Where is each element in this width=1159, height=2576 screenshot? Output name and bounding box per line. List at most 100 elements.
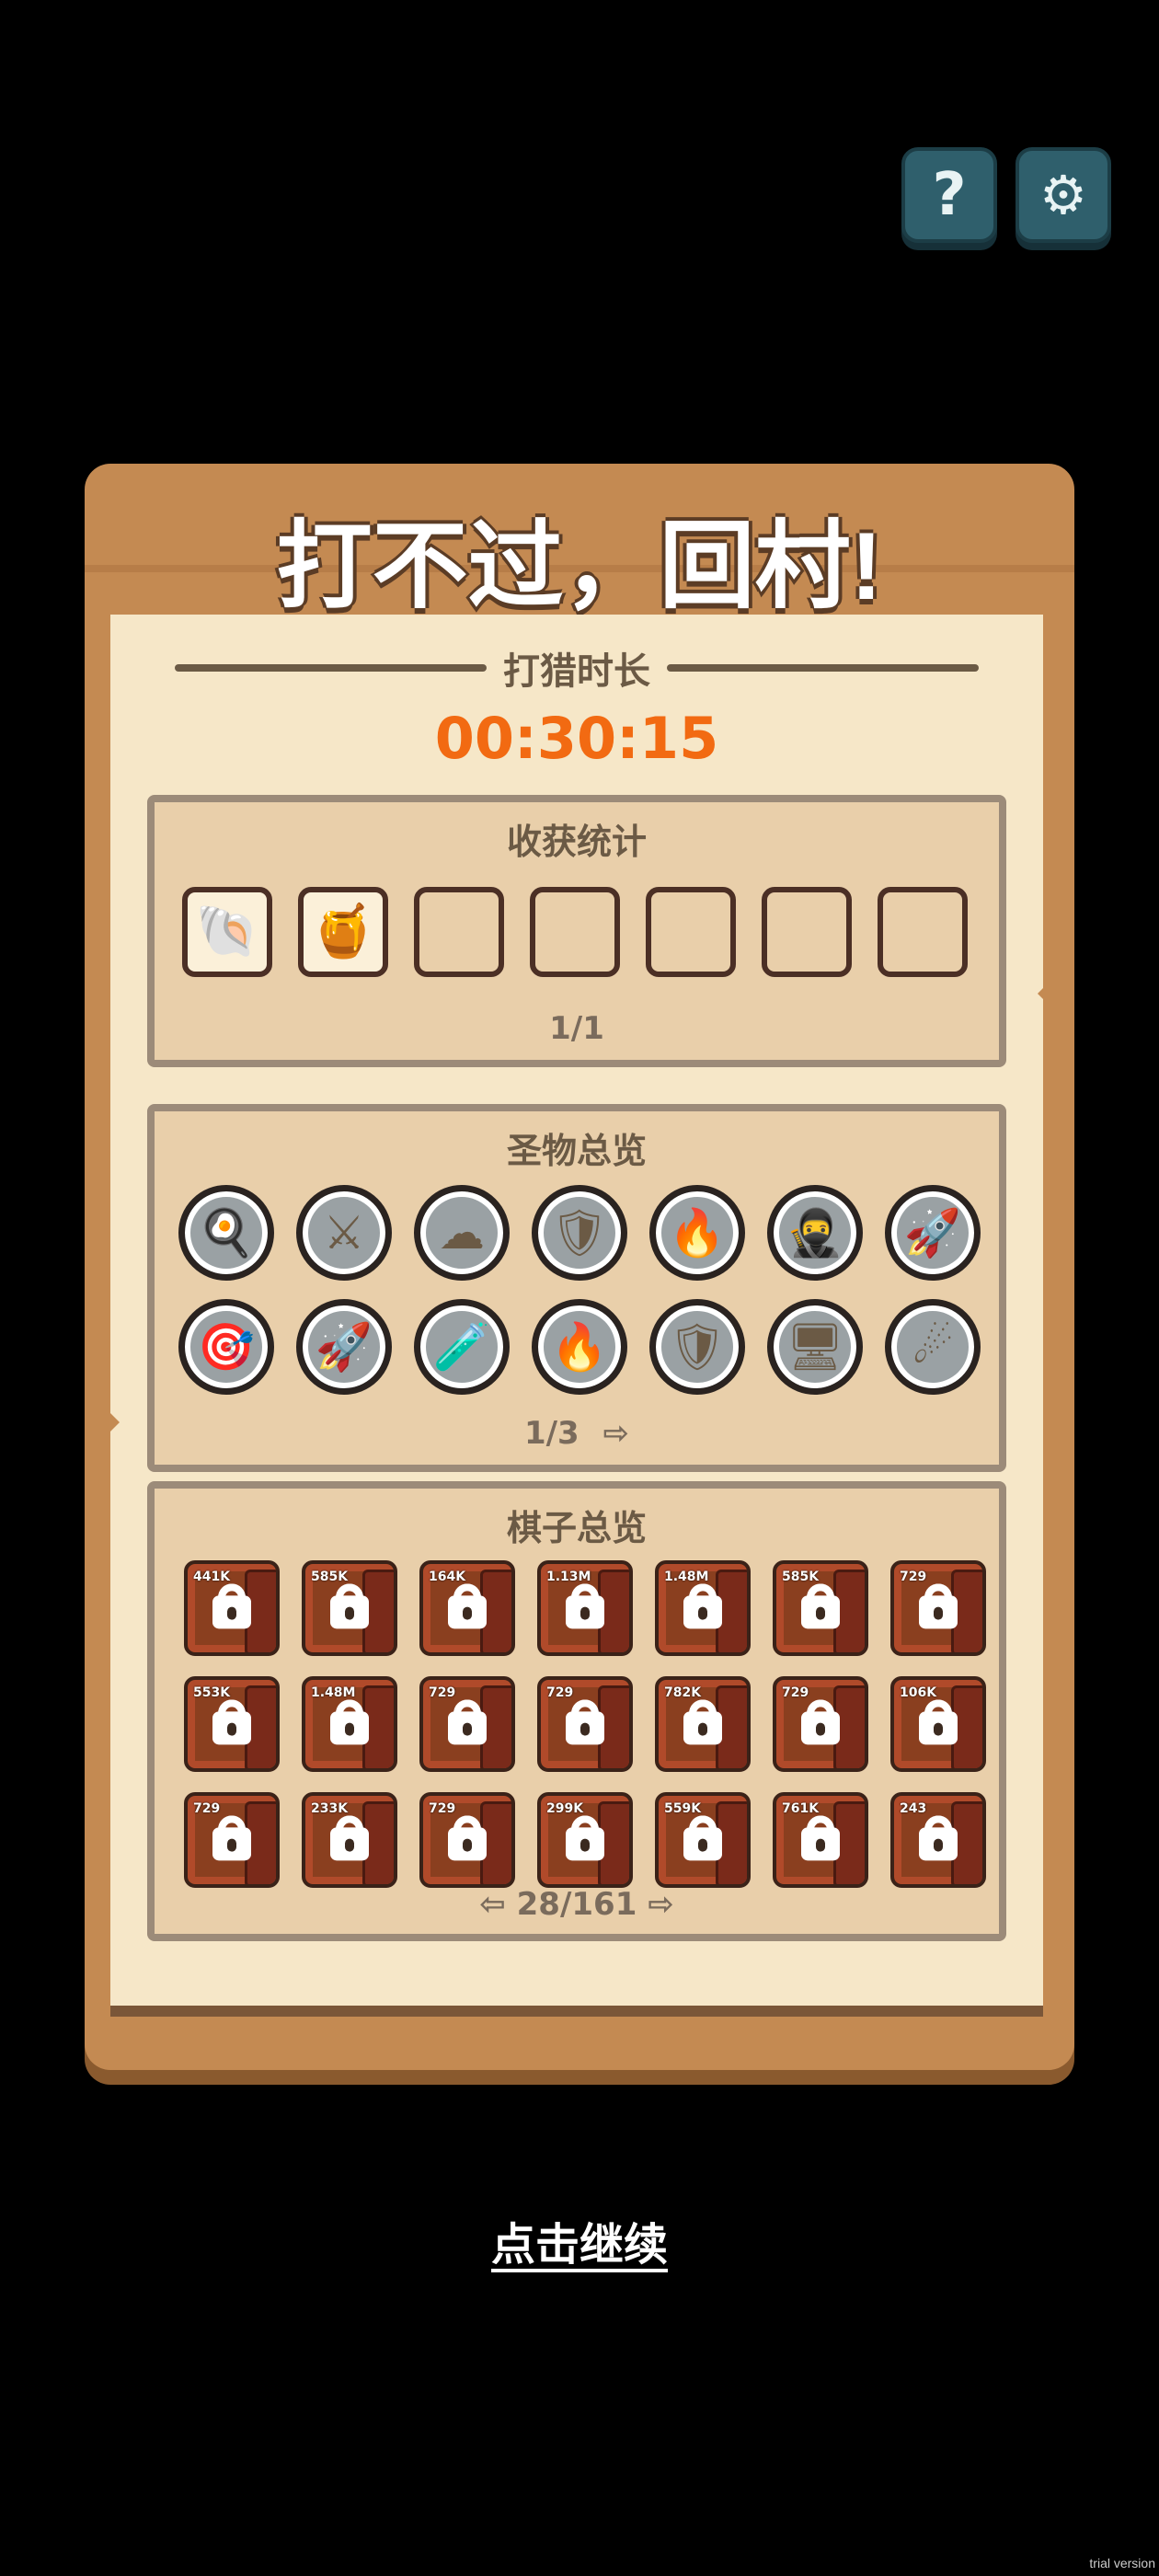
panel-title: 打不过，回村! xyxy=(276,513,883,620)
piece-stat: 553K xyxy=(193,1685,231,1700)
help-button[interactable]: ? xyxy=(901,147,997,243)
relics-page-indicator: 1/3 xyxy=(523,1415,580,1452)
keyhole-icon xyxy=(698,1606,707,1620)
locked-piece-card[interactable]: 729 xyxy=(890,1560,986,1656)
locked-piece-card[interactable]: 782K xyxy=(655,1676,751,1772)
keyhole-icon xyxy=(816,1722,825,1736)
piece-stat: 243 xyxy=(900,1801,927,1816)
pieces-page-indicator: 28/161 xyxy=(516,1886,637,1923)
crossed-swords-icon[interactable]: ⚔ xyxy=(296,1185,392,1281)
locked-piece-card[interactable]: 243 xyxy=(890,1792,986,1888)
keyhole-icon xyxy=(580,1606,590,1620)
locked-piece-card[interactable]: 553K xyxy=(184,1676,280,1772)
keyhole-icon xyxy=(345,1838,354,1852)
watermark: trial version xyxy=(1089,2556,1155,2570)
rocket-sword-icon[interactable]: 🚀 xyxy=(885,1185,981,1281)
piece-stat: 1.13M xyxy=(546,1570,591,1584)
duration-header: 打猎时长 xyxy=(175,640,979,696)
locked-piece-card[interactable]: 585K xyxy=(302,1560,397,1656)
piece-stat: 559K xyxy=(664,1801,702,1816)
locked-piece-card[interactable]: 729 xyxy=(184,1792,280,1888)
pieces-section: 棋子总览 441K 585K 164K 1.13M 1.48M 585K 729 553K 1.… xyxy=(147,1481,1006,1941)
empty-harvest-slot xyxy=(530,887,620,977)
armored-knight-icon[interactable]: 🛡 xyxy=(532,1185,627,1281)
fireball-icon[interactable]: ☄ xyxy=(885,1299,981,1395)
divider-line xyxy=(175,664,487,672)
locked-piece-card[interactable]: 1.13M xyxy=(537,1560,633,1656)
piece-stat: 729 xyxy=(429,1685,456,1700)
locked-piece-card[interactable]: 585K xyxy=(773,1560,868,1656)
machine-icon[interactable]: 🖥 xyxy=(767,1299,863,1395)
crosshair-map-icon[interactable]: 🎯 xyxy=(178,1299,274,1395)
coin-cloud-icon[interactable]: ☁ xyxy=(414,1185,510,1281)
keyhole-icon xyxy=(816,1838,825,1852)
locked-piece-card[interactable]: 233K xyxy=(302,1792,397,1888)
keyhole-icon xyxy=(227,1838,236,1852)
piece-stat: 1.48M xyxy=(664,1570,709,1584)
piece-stat: 782K xyxy=(664,1685,702,1700)
piece-stat: 585K xyxy=(311,1570,349,1584)
result-panel: 打不过，回村! 打猎时长 00:30:15 收获统计 🐚 🍯 1/1 圣物总览 🍳… xyxy=(85,464,1074,2070)
piece-stat: 761K xyxy=(782,1801,820,1816)
piece-stat: 164K xyxy=(429,1570,466,1584)
locked-piece-card[interactable]: 106K xyxy=(890,1676,986,1772)
relics-section: 圣物总览 🍳 ⚔ ☁ 🛡 🔥 🥷 🚀 🎯 🚀 🧪 🔥 🛡 🖥 ☄ 1/3 ⇨ xyxy=(147,1104,1006,1472)
clam-shell-icon: 🐚 xyxy=(195,902,259,961)
locked-piece-card[interactable]: 761K xyxy=(773,1792,868,1888)
keyhole-icon xyxy=(227,1722,236,1736)
locked-piece-card[interactable]: 729 xyxy=(419,1676,515,1772)
gear-icon: ⚙ xyxy=(1039,164,1087,226)
piece-stat: 729 xyxy=(782,1685,809,1700)
relics-pager: 1/3 ⇨ xyxy=(155,1415,999,1452)
piece-stat: 729 xyxy=(429,1801,456,1816)
keyhole-icon xyxy=(934,1606,943,1620)
locked-piece-card[interactable]: 729 xyxy=(419,1792,515,1888)
potion-icon[interactable]: 🧪 xyxy=(414,1299,510,1395)
locked-piece-card[interactable]: 729 xyxy=(537,1676,633,1772)
next-page-arrow-icon[interactable]: ⇨ xyxy=(648,1886,674,1923)
piece-stat: 233K xyxy=(311,1801,349,1816)
keyhole-icon xyxy=(698,1722,707,1736)
piece-stat: 1.48M xyxy=(311,1685,356,1700)
pieces-title: 棋子总览 xyxy=(506,1508,647,1548)
locked-piece-card[interactable]: 1.48M xyxy=(655,1560,751,1656)
keyhole-icon xyxy=(580,1722,590,1736)
piece-grid: 441K 585K 164K 1.13M 1.48M 585K 729 553K 1.48M 72… xyxy=(184,1560,986,1888)
locked-piece-card[interactable]: 729 xyxy=(773,1676,868,1772)
settings-button[interactable]: ⚙ xyxy=(1016,147,1111,243)
ninja-icon[interactable]: 🥷 xyxy=(767,1185,863,1281)
piece-stat: 106K xyxy=(900,1685,937,1700)
prev-page-arrow-icon[interactable]: ⇦ xyxy=(479,1886,506,1923)
tap-to-continue[interactable]: 点击继续 xyxy=(0,2208,1159,2272)
question-mark-icon: ? xyxy=(932,161,967,229)
locked-piece-card[interactable]: 441K xyxy=(184,1560,280,1656)
keyhole-icon xyxy=(698,1838,707,1852)
relics-title: 圣物总览 xyxy=(506,1131,647,1171)
piece-stat: 729 xyxy=(546,1685,574,1700)
piece-stat: 729 xyxy=(900,1570,927,1584)
fire-icon[interactable]: 🔥 xyxy=(532,1299,627,1395)
honey-jar-icon: 🍯 xyxy=(311,902,375,961)
duration-label: 打猎时长 xyxy=(503,650,650,693)
flaming-sword-icon[interactable]: 🔥 xyxy=(649,1185,745,1281)
keyhole-icon xyxy=(934,1838,943,1852)
locked-piece-card[interactable]: 299K xyxy=(537,1792,633,1888)
keyhole-icon xyxy=(580,1838,590,1852)
keyhole-icon xyxy=(463,1838,472,1852)
keyhole-icon xyxy=(934,1722,943,1736)
shields-icon[interactable]: 🛡 xyxy=(649,1299,745,1395)
locked-piece-card[interactable]: 164K xyxy=(419,1560,515,1656)
piece-stat: 585K xyxy=(782,1570,820,1584)
next-page-arrow-icon[interactable]: ⇨ xyxy=(603,1415,630,1452)
spatula-icon[interactable]: 🍳 xyxy=(178,1185,274,1281)
divider-line xyxy=(667,664,979,672)
empty-harvest-slot xyxy=(878,887,968,977)
keyhole-icon xyxy=(345,1722,354,1736)
empty-harvest-slot xyxy=(414,887,504,977)
pieces-pager: ⇦ 28/161 ⇨ xyxy=(155,1886,999,1923)
locked-piece-card[interactable]: 559K xyxy=(655,1792,751,1888)
relic-grid: 🍳 ⚔ ☁ 🛡 🔥 🥷 🚀 🎯 🚀 🧪 🔥 🛡 🖥 ☄ xyxy=(178,1185,981,1395)
locked-piece-card[interactable]: 1.48M xyxy=(302,1676,397,1772)
harvest-section: 收获统计 🐚 🍯 1/1 xyxy=(147,795,1006,1067)
rocket-icon[interactable]: 🚀 xyxy=(296,1299,392,1395)
